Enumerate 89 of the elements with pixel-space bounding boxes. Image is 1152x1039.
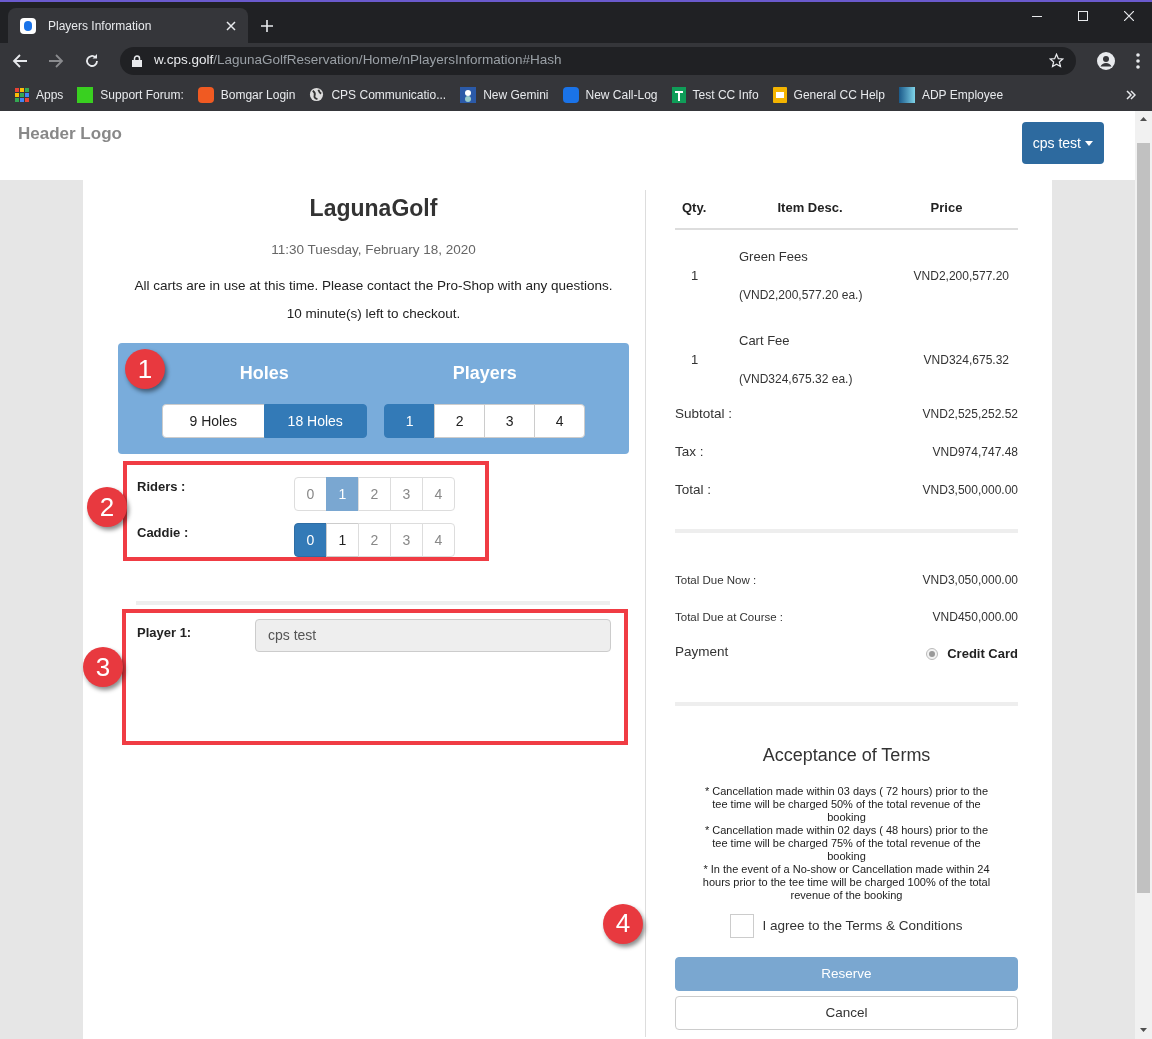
user-menu-button[interactable]: cps test bbox=[1021, 122, 1104, 164]
price-cell-text: VND2,200,577.20 bbox=[912, 267, 1010, 285]
chevron-more-icon[interactable] bbox=[1126, 89, 1136, 100]
column-header: Price bbox=[929, 199, 964, 217]
browser-tab[interactable]: Players Information bbox=[8, 8, 248, 43]
bookmark-link[interactable]: New Gemini bbox=[483, 85, 549, 104]
radio-button[interactable] bbox=[926, 648, 939, 660]
cross-icon bbox=[671, 86, 686, 103]
bookmark-link[interactable]: General CC Help bbox=[793, 85, 885, 104]
globe-icon bbox=[309, 87, 325, 102]
unit-price: (VND324,675.32 ea.) bbox=[739, 371, 854, 389]
lock-icon bbox=[132, 54, 142, 67]
option-button[interactable]: 4 bbox=[534, 404, 586, 439]
summary-value: VND3,500,000.00 bbox=[922, 482, 1018, 500]
close-icon[interactable] bbox=[226, 20, 236, 31]
forward-arrow-icon[interactable] bbox=[48, 52, 64, 69]
field-label: Player 1: bbox=[137, 624, 193, 643]
due-value: VND450,000.00 bbox=[932, 609, 1018, 627]
maximize-icon[interactable] bbox=[1078, 11, 1088, 21]
group-heading: Holes bbox=[239, 362, 289, 386]
bookmark-link[interactable]: Bomgar Login bbox=[220, 85, 296, 104]
new-tab-icon[interactable] bbox=[260, 19, 274, 33]
option-button[interactable]: 1 bbox=[384, 404, 436, 439]
annotation-badge: 4 bbox=[603, 903, 643, 944]
cancel-button[interactable]: Cancel bbox=[675, 995, 1018, 1030]
bookmark-link[interactable]: Apps bbox=[36, 85, 64, 104]
unit-price: (VND2,200,577.20 ea.) bbox=[739, 287, 864, 305]
reload-icon[interactable] bbox=[84, 52, 100, 69]
summary-label: Subtotal : bbox=[675, 404, 733, 423]
scrollbar[interactable] bbox=[1135, 111, 1152, 1039]
field-label: Riders : bbox=[137, 478, 187, 497]
quantity-cell-text: 1 bbox=[690, 266, 700, 285]
bookmark-link[interactable]: New Call-Log bbox=[585, 85, 658, 104]
summary-label: Total : bbox=[675, 481, 712, 499]
field-label: Caddie : bbox=[137, 524, 190, 543]
address-bar[interactable]: w.cps.golf/LagunaGolfReservation/Home/nPlayersInformation#Hash bbox=[120, 46, 1076, 75]
summary-value: VND974,747.48 bbox=[932, 443, 1018, 461]
option-button[interactable]: 3 bbox=[484, 404, 536, 439]
bookmark-link[interactable]: Test CC Info bbox=[692, 85, 759, 104]
payment-label: Payment bbox=[675, 642, 729, 661]
due-label: Total Due Now : bbox=[675, 572, 757, 588]
terms-title: Acceptance of Terms bbox=[761, 743, 932, 767]
count-option[interactable]: 0 bbox=[294, 523, 327, 558]
agree-label: I agree to the Terms & Conditions bbox=[762, 916, 963, 935]
terms-clause: * In the event of a No-show or Cancellation made within 24 hours prior to the tee time will be charged 100% of the total revenue of the booking bbox=[701, 862, 992, 902]
price-cell-text: VND324,675.32 bbox=[922, 351, 1010, 369]
gradient-square-icon bbox=[898, 86, 915, 103]
golf-logo-icon bbox=[20, 17, 36, 34]
item-name: Green Fees bbox=[739, 247, 809, 266]
tab-title: Players Information bbox=[48, 17, 153, 35]
star-icon[interactable] bbox=[1049, 53, 1064, 68]
option-button[interactable]: 9 Holes bbox=[161, 404, 265, 439]
summary-label: Tax : bbox=[675, 442, 704, 461]
group-heading: Players bbox=[452, 362, 517, 386]
bookmark-link[interactable]: CPS Communicatio... bbox=[331, 85, 447, 104]
player-name-field[interactable]: cps test bbox=[255, 619, 611, 653]
header-logo-alt-text: Header Logo bbox=[18, 123, 122, 145]
agree-checkbox[interactable] bbox=[730, 913, 755, 938]
option-button[interactable]: 2 bbox=[434, 404, 486, 439]
bookmark-link[interactable]: Support Forum: bbox=[100, 85, 184, 104]
tee-time-text: 11:30 Tuesday, February 18, 2020 bbox=[270, 240, 477, 259]
column-header: Qty. bbox=[681, 199, 708, 217]
profile-icon[interactable] bbox=[1096, 50, 1116, 71]
caret-icon bbox=[1085, 140, 1093, 146]
due-label: Total Due at Course : bbox=[675, 609, 784, 625]
due-value: VND3,050,000.00 bbox=[922, 572, 1018, 590]
summary-value: VND2,525,252.52 bbox=[922, 405, 1018, 423]
course-title: LagunaGolf bbox=[308, 194, 439, 223]
bookmark-link[interactable]: ADP Employee bbox=[921, 85, 1004, 104]
terms-clause: * Cancellation made within 02 days ( 48 hours) prior to the tee time will be charged 75% of the total revenue of the booking bbox=[703, 823, 990, 863]
annotation-badge: 1 bbox=[125, 349, 165, 390]
slides-icon bbox=[772, 86, 787, 103]
count-option[interactable]: 1 bbox=[326, 523, 359, 558]
more-menu-icon[interactable] bbox=[1136, 52, 1140, 69]
quantity-cell-text: 1 bbox=[690, 350, 700, 369]
apps-grid-icon bbox=[15, 87, 29, 102]
column-header: Item Desc. bbox=[776, 199, 844, 217]
url-text: w.cps.golf/LagunaGolfReservation/Home/nPlayersInformation#Hash bbox=[154, 51, 563, 70]
close-window-icon[interactable] bbox=[1124, 11, 1134, 21]
annotation-badge: 2 bbox=[87, 487, 127, 528]
timer-text: 10 minute(s) left to checkout. bbox=[285, 305, 462, 323]
minimize-icon[interactable] bbox=[1032, 16, 1042, 18]
item-name: Cart Fee bbox=[739, 331, 791, 350]
notice-text: All carts are in use at this time. Please contact the Pro-Shop with any questions. bbox=[133, 276, 614, 295]
option-button[interactable]: 18 Holes bbox=[263, 404, 367, 439]
back-arrow-icon[interactable] bbox=[12, 52, 28, 69]
payment-option-label: Credit Card bbox=[947, 645, 1018, 664]
terms-clause: * Cancellation made within 03 days ( 72 hours) prior to the tee time will be charged 50% of the total revenue of the booking bbox=[703, 784, 990, 824]
annotation-badge: 3 bbox=[83, 647, 123, 688]
